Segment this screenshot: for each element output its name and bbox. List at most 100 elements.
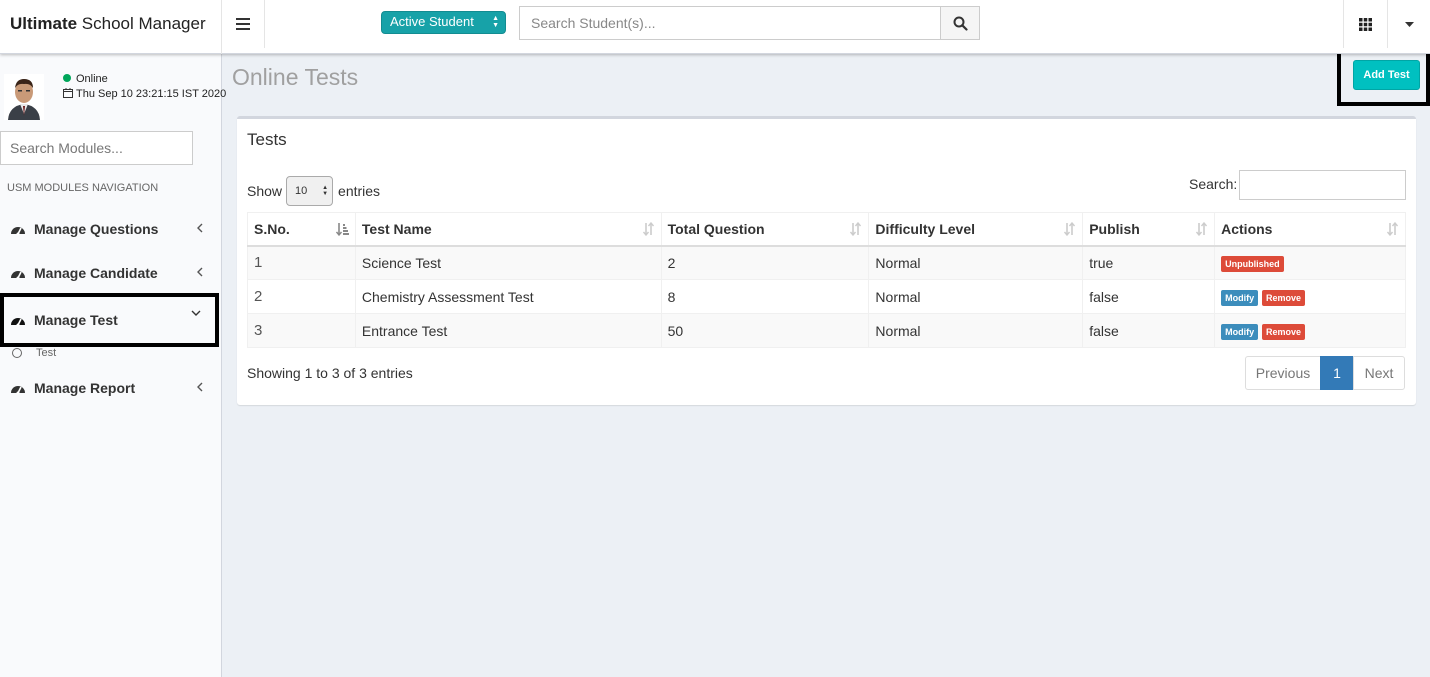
sidebar-item-manage-questions[interactable]: Manage Questions: [0, 207, 222, 251]
cell-total-question: 50: [660, 313, 870, 348]
sidebar-item-manage-candidate[interactable]: Manage Candidate: [0, 251, 222, 295]
column-header-actions[interactable]: Actions: [1214, 212, 1406, 247]
cell-sno: 2: [247, 279, 356, 314]
sort-icon: [642, 222, 654, 236]
unpublished-button[interactable]: Unpublished: [1221, 255, 1284, 272]
modify-button[interactable]: Modify: [1221, 289, 1259, 306]
student-search-button[interactable]: [940, 7, 979, 39]
sidebar-subitem-test[interactable]: Test: [12, 347, 56, 359]
module-search-input[interactable]: [0, 131, 193, 165]
sidebar-item-label: Manage Questions: [34, 221, 159, 237]
online-status: Online: [63, 73, 108, 85]
column-header-test-name[interactable]: Test Name: [354, 212, 662, 247]
nav-header: USM MODULES NAVIGATION: [7, 182, 159, 194]
circle-icon: [12, 348, 22, 358]
student-status-select[interactable]: Active Student ▲ ▼: [381, 11, 506, 34]
grid-icon: [1359, 17, 1372, 31]
dashboard-icon: [11, 271, 25, 280]
remove-button[interactable]: Remove: [1262, 289, 1306, 306]
pagination-page-current[interactable]: 1: [1320, 356, 1354, 390]
table-row: 2 Chemistry Assessment Test 8 Normal fal…: [247, 279, 1406, 314]
student-search-group: [519, 6, 980, 40]
table-row: 3 Entrance Test 50 Normal false Modify R…: [247, 313, 1406, 348]
sidebar-toggle-button[interactable]: [222, 0, 265, 48]
status-dot-icon: [63, 74, 71, 82]
sidebar-item-manage-report[interactable]: Manage Report: [0, 366, 222, 410]
sidebar-item-label: Manage Test: [34, 312, 118, 328]
cell-actions: Modify Remove: [1214, 279, 1406, 314]
tests-table: S.No. Test Name Total Question Difficult…: [247, 212, 1406, 348]
user-menu-dropdown[interactable]: [1387, 0, 1430, 48]
student-status-value: Active Student: [390, 14, 474, 29]
sidebar-item-label: Manage Candidate: [34, 265, 158, 281]
column-header-label: Publish: [1089, 220, 1140, 237]
cell-test-name: Entrance Test: [354, 313, 662, 348]
cell-actions: Modify Remove: [1214, 313, 1406, 348]
online-status-text: Online: [76, 73, 108, 85]
hamburger-icon: [236, 18, 250, 30]
dashboard-icon: [11, 227, 25, 236]
column-header-sno[interactable]: S.No.: [247, 212, 356, 247]
calendar-icon: [63, 88, 73, 98]
app-logo[interactable]: Ultimate School Manager: [0, 0, 222, 54]
cell-difficulty: Normal: [868, 245, 1084, 280]
show-label: Show: [247, 183, 283, 199]
chevron-left-icon: [197, 382, 203, 392]
column-header-label: Actions: [1221, 220, 1273, 237]
avatar: [4, 74, 44, 120]
page-title: Online Tests: [232, 64, 359, 90]
student-search-input[interactable]: [520, 7, 940, 39]
column-header-label: Difficulty Level: [875, 220, 976, 237]
apps-menu-button[interactable]: [1343, 0, 1387, 48]
cell-difficulty: Normal: [868, 313, 1084, 348]
sidebar-item-manage-test[interactable]: Manage Test: [0, 293, 219, 347]
column-header-label: Test Name: [361, 220, 432, 237]
table-row: 1 Science Test 2 Normal true Unpublished: [247, 245, 1406, 280]
top-header: Ultimate School Manager Active Student ▲…: [0, 0, 1430, 54]
entries-length-control: Show 10 ▲ ▼ entries: [247, 176, 380, 206]
search-icon: [953, 16, 968, 31]
column-header-difficulty[interactable]: Difficulty Level: [868, 212, 1084, 247]
sort-icon: [1064, 222, 1076, 236]
dashboard-icon: [11, 386, 25, 395]
box-title: Tests: [247, 130, 287, 149]
cell-test-name: Chemistry Assessment Test: [354, 279, 662, 314]
cell-sno: 1: [247, 245, 356, 280]
chevron-left-icon: [197, 223, 203, 233]
pagination-next[interactable]: Next: [1353, 356, 1405, 390]
add-test-button[interactable]: Add Test: [1353, 60, 1420, 90]
pagination-previous[interactable]: Previous: [1245, 356, 1321, 390]
column-header-publish[interactable]: Publish: [1082, 212, 1216, 247]
cell-publish: true: [1082, 245, 1216, 280]
table-search-input[interactable]: [1239, 170, 1406, 200]
cell-publish: false: [1082, 313, 1216, 348]
cell-total-question: 2: [660, 245, 870, 280]
user-panel: Online Thu Sep 10 23:21:15 IST 2020: [0, 54, 226, 126]
sort-icon: [1196, 222, 1208, 236]
entries-select[interactable]: 10 ▲ ▼: [286, 176, 334, 206]
table-info: Showing 1 to 3 of 3 entries: [247, 365, 413, 381]
datetime-text: Thu Sep 10 23:21:15 IST 2020: [76, 88, 227, 100]
logo-bold-text: Ultimate: [10, 14, 78, 33]
current-datetime: Thu Sep 10 23:21:15 IST 2020: [63, 88, 226, 100]
logo-text: School Manager: [77, 14, 206, 33]
select-arrows-icon: ▲ ▼: [492, 15, 499, 29]
sort-icon: [850, 222, 862, 236]
table-search-label: Search:: [1189, 176, 1238, 192]
sidebar-subitem-label: Test: [36, 347, 57, 359]
cell-actions: Unpublished: [1214, 245, 1406, 280]
sort-asc-icon: [335, 223, 349, 236]
chevron-left-icon: [197, 267, 203, 277]
column-header-label: Total Question: [667, 220, 765, 237]
table-header-row: S.No. Test Name Total Question Difficult…: [247, 212, 1406, 247]
remove-button[interactable]: Remove: [1262, 323, 1306, 340]
dashboard-icon: [11, 318, 25, 327]
chevron-down-icon: [191, 310, 201, 316]
cell-difficulty: Normal: [868, 279, 1084, 314]
cell-total-question: 8: [660, 279, 870, 314]
modify-button[interactable]: Modify: [1221, 323, 1259, 340]
select-arrows-icon: ▲ ▼: [322, 185, 329, 197]
sidebar: Online Thu Sep 10 23:21:15 IST 2020 USM …: [0, 54, 226, 677]
column-header-total-question[interactable]: Total Question: [660, 212, 870, 247]
entries-label: entries: [338, 183, 381, 199]
